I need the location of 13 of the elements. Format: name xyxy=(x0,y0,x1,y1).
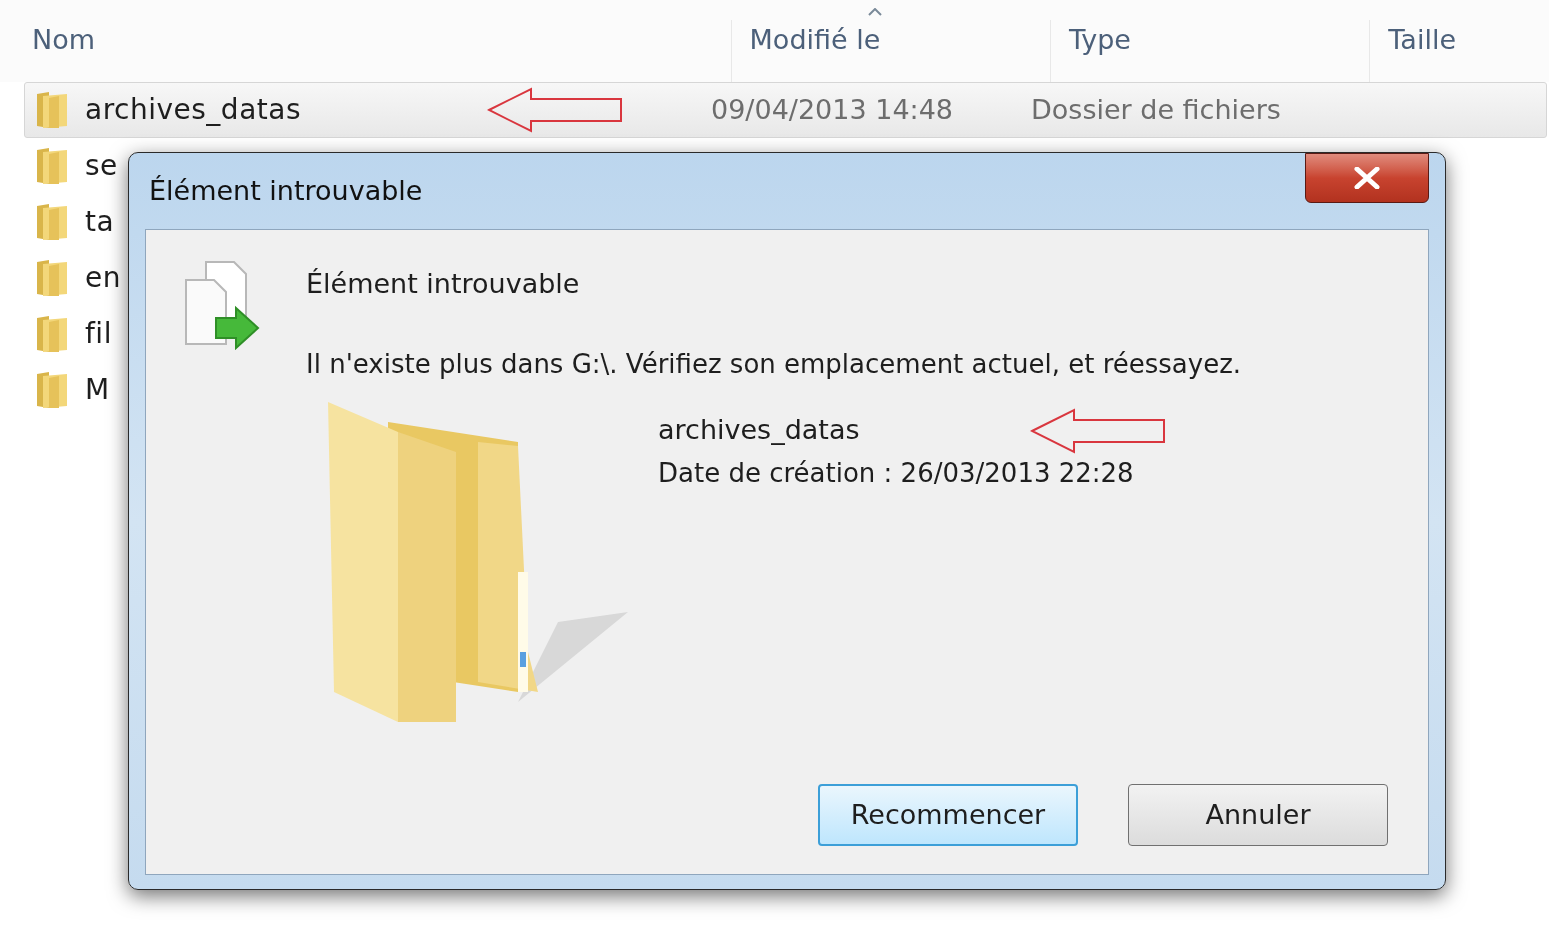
item-name: archives_datas xyxy=(658,413,860,448)
window-title: Élément introuvable xyxy=(149,173,423,208)
dialog-heading: Élément introuvable xyxy=(306,267,581,301)
dialog-message: Il n'existe plus dans G:\. Vérifiez son emplacement actuel, et réessayez. xyxy=(306,347,1242,381)
file-name: ta xyxy=(85,204,115,240)
file-name: fil xyxy=(85,316,112,352)
file-name: en xyxy=(85,260,121,296)
item-detail: Date de création : 26/03/2013 22:28 xyxy=(658,456,1135,490)
file-name: M xyxy=(85,372,110,408)
modified-date: 09/04/2013 14:48 xyxy=(711,92,954,127)
file-name: se xyxy=(85,148,118,184)
file-type: Dossier de fichiers xyxy=(1031,92,1281,127)
file-name: archives_datas xyxy=(85,92,301,128)
